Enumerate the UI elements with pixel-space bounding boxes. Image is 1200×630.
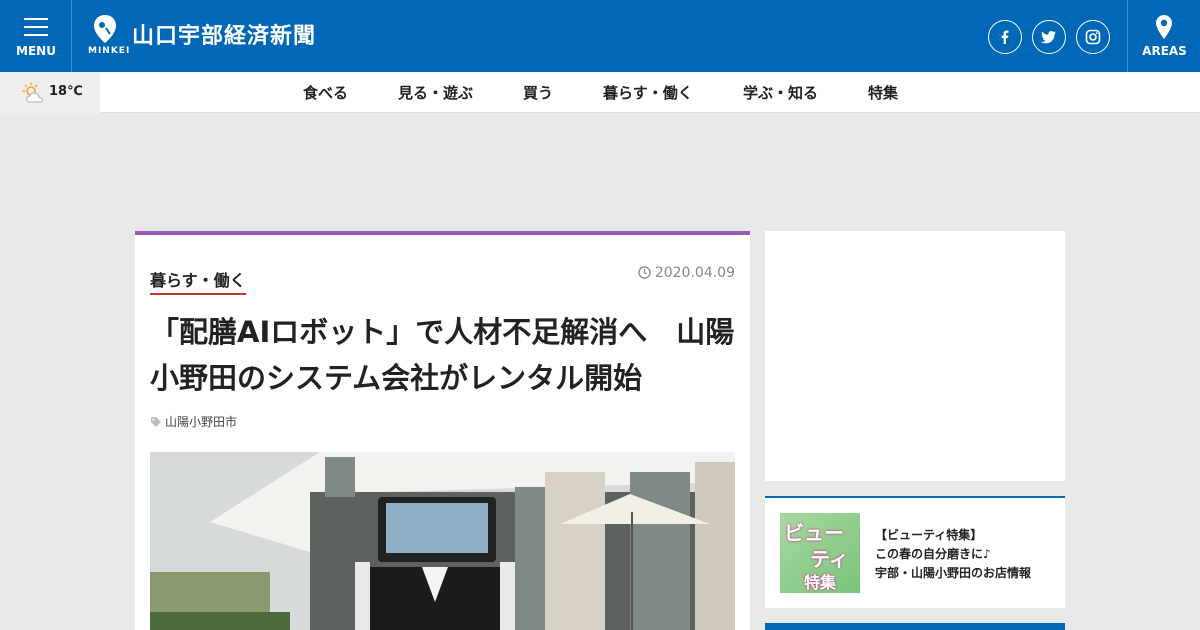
hamburger-icon bbox=[24, 18, 48, 36]
robot-photo-illustration bbox=[150, 452, 735, 630]
nav-item-feature[interactable]: 特集 bbox=[868, 82, 898, 103]
category-nav: 食べる 見る・遊ぶ 買う 暮らす・働く 学ぶ・知る 特集 bbox=[100, 72, 1200, 113]
feature-line: 【ビューティ特集】 bbox=[875, 528, 983, 542]
article-tag[interactable]: 山陽小野田市 bbox=[150, 413, 237, 430]
article-date: 2020.04.09 bbox=[638, 265, 735, 281]
twitter-link[interactable] bbox=[1032, 20, 1066, 54]
site-title: 山口宇部経済新聞 bbox=[132, 24, 317, 49]
areas-button[interactable]: AREAS bbox=[1127, 0, 1200, 72]
article-title: 「配膳AIロボット」で人材不足解消へ 山陽小野田のシステム会社がレンタル開始 bbox=[150, 315, 735, 395]
article-photo[interactable] bbox=[150, 452, 735, 630]
weather-temperature: 18℃ bbox=[49, 84, 83, 99]
ad-slot bbox=[765, 231, 1065, 481]
sidebar-feature-banner[interactable]: ビュー ティ 特集 【ビューティ特集】 この春の自分磨きに♪ 宇部・山陽小野田の… bbox=[765, 496, 1065, 608]
menu-label: MENU bbox=[16, 44, 56, 58]
facebook-link[interactable] bbox=[988, 20, 1022, 54]
twitter-icon bbox=[1041, 31, 1056, 44]
feature-thumb-line1: ビュー bbox=[784, 521, 844, 545]
site-header: MENU MINKEI 山口宇部経済新聞 AREAS bbox=[0, 0, 1200, 72]
sidebar-next-section-bar bbox=[765, 623, 1065, 630]
weather-widget: 18℃ bbox=[0, 72, 100, 113]
instagram-icon bbox=[1085, 29, 1101, 45]
article-card: 暮らす・働く 2020.04.09 「配膳AIロボット」で人材不足解消へ 山陽小… bbox=[135, 231, 750, 630]
nav-item-see-play[interactable]: 見る・遊ぶ bbox=[398, 82, 473, 103]
nav-item-eat[interactable]: 食べる bbox=[303, 82, 348, 103]
tag-icon bbox=[151, 417, 161, 427]
nav-item-live-work[interactable]: 暮らす・働く bbox=[603, 82, 693, 103]
facebook-icon bbox=[1001, 30, 1009, 44]
article-tag-label: 山陽小野田市 bbox=[165, 415, 238, 429]
feature-thumb-line2: ティ bbox=[810, 547, 849, 571]
areas-label: AREAS bbox=[1142, 44, 1187, 58]
article-date-text: 2020.04.09 bbox=[654, 265, 735, 281]
instagram-link[interactable] bbox=[1076, 20, 1110, 54]
menu-button[interactable]: MENU bbox=[0, 0, 72, 72]
clock-icon bbox=[638, 266, 651, 279]
feature-text: 【ビューティ特集】 この春の自分磨きに♪ 宇部・山陽小野田のお店情報 bbox=[875, 526, 1031, 583]
feature-thumbnail: ビュー ティ 特集 bbox=[780, 513, 860, 593]
logo-subtext: MINKEI bbox=[88, 46, 131, 56]
nav-item-learn-know[interactable]: 学ぶ・知る bbox=[743, 82, 818, 103]
partly-cloudy-icon bbox=[22, 82, 44, 103]
location-pin-icon bbox=[1156, 15, 1172, 39]
feature-line: この春の自分磨きに♪ bbox=[875, 547, 991, 561]
feature-thumb-line3: 特集 bbox=[804, 573, 837, 592]
nav-item-buy[interactable]: 買う bbox=[523, 82, 553, 103]
feature-line: 宇部・山陽小野田のお店情報 bbox=[875, 566, 1032, 580]
article-category[interactable]: 暮らす・働く bbox=[150, 267, 246, 295]
logo-mark-icon bbox=[94, 15, 116, 43]
